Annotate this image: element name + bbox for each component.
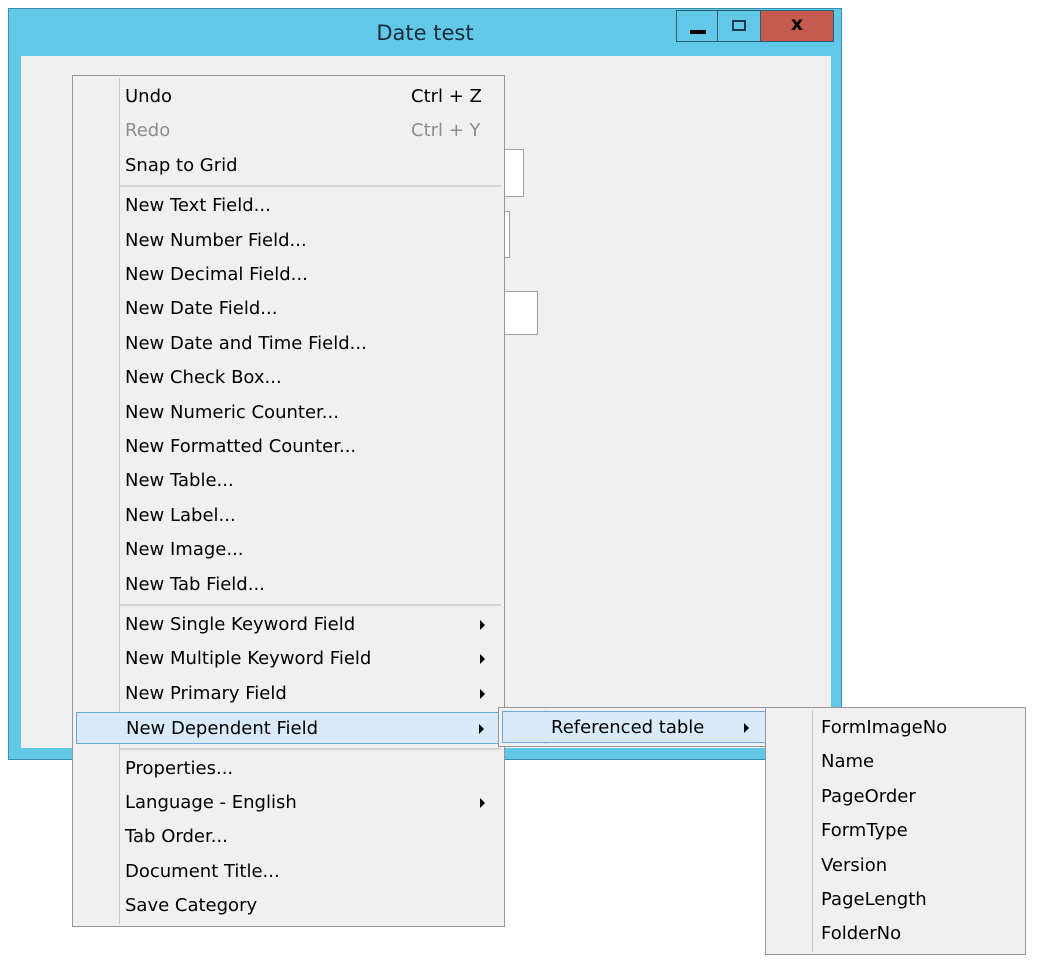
menu-item-label: New Date Field... — [125, 298, 278, 320]
menu-item-properties[interactable]: Properties... — [76, 753, 501, 785]
menu-item-redo: Redo Ctrl + Y — [76, 115, 501, 147]
menu-item-undo[interactable]: Undo Ctrl + Z — [76, 81, 501, 113]
menu-item-label: Properties... — [125, 757, 234, 779]
menu-item-formimageno[interactable]: FormImageNo — [769, 712, 1022, 744]
menu-item-label: New Single Keyword Field — [125, 614, 356, 635]
menu-item-save-category[interactable]: Save Category — [76, 890, 501, 922]
menu-separator — [120, 185, 501, 188]
menu-item-name[interactable]: Name — [769, 746, 1022, 778]
menu-item-label: PageOrder — [821, 785, 916, 807]
menu-item-label: Redo — [125, 120, 171, 142]
minimize-button[interactable] — [676, 10, 718, 42]
menu-item-new-dependent-field[interactable]: New Dependent Field — [76, 712, 501, 745]
submenu-arrow-icon — [480, 688, 485, 699]
menu-item-new-decimal-field[interactable]: New Decimal Field... — [76, 259, 501, 291]
menu-item-label: PageLength — [821, 889, 927, 910]
referenced-table-submenu: FormImageNo Name PageOrder FormType Version P… — [765, 707, 1026, 955]
minimize-icon — [690, 30, 706, 34]
menu-item-new-primary-field[interactable]: New Primary Field — [76, 678, 501, 710]
dependent-field-submenu: Referenced table — [498, 707, 770, 747]
menu-item-label: New Check Box... — [125, 367, 282, 389]
menu-separator — [120, 604, 501, 606]
menu-item-new-image[interactable]: New Image... — [76, 534, 501, 566]
menu-item-label: New Numeric Counter... — [125, 401, 339, 423]
menu-item-folderno[interactable]: FolderNo — [769, 918, 1022, 950]
menu-item-label: New Date and Time Field... — [125, 332, 367, 354]
menu-item-shortcut: Ctrl + Z — [411, 86, 482, 107]
menu-item-new-label[interactable]: New Label... — [76, 500, 501, 532]
menu-item-new-check-box[interactable]: New Check Box... — [76, 362, 501, 394]
menu-item-label: FolderNo — [821, 923, 902, 945]
menu-item-shortcut: Ctrl + Y — [411, 120, 481, 142]
menu-item-label: Name — [821, 751, 875, 773]
maximize-icon — [732, 20, 746, 31]
menu-item-pageorder[interactable]: PageOrder — [769, 781, 1022, 813]
menu-item-tab-order[interactable]: Tab Order... — [76, 821, 501, 853]
menu-item-label: New Table... — [125, 470, 234, 492]
menu-item-label: Tab Order... — [125, 826, 228, 848]
menu-item-pagelength[interactable]: PageLength — [769, 884, 1022, 916]
menu-item-new-number-field[interactable]: New Number Field... — [76, 225, 501, 257]
submenu-arrow-icon — [480, 798, 485, 808]
menu-item-version[interactable]: Version — [769, 850, 1022, 882]
title-bar[interactable]: Date test x — [9, 9, 841, 57]
menu-item-label: New Tab Field... — [125, 573, 265, 595]
close-icon: x — [790, 13, 804, 35]
menu-item-new-multiple-keyword-field[interactable]: New Multiple Keyword Field — [76, 643, 501, 675]
menu-item-new-date-field[interactable]: New Date Field... — [76, 293, 501, 325]
menu-item-label: FormImageNo — [821, 717, 948, 738]
submenu-arrow-icon — [480, 654, 485, 665]
menu-item-label: New Dependent Field — [126, 718, 319, 740]
menu-item-label: Version — [821, 854, 888, 876]
menu-item-new-table[interactable]: New Table... — [76, 465, 501, 497]
menu-item-referenced-table[interactable]: Referenced table — [502, 711, 766, 743]
menu-item-label: Language - English — [125, 792, 297, 813]
menu-item-label: Referenced table — [551, 717, 705, 738]
menu-item-label: FormType — [821, 820, 908, 842]
menu-item-label: New Label... — [125, 504, 236, 526]
maximize-button[interactable] — [717, 10, 761, 42]
menu-item-new-tab-field[interactable]: New Tab Field... — [76, 569, 501, 601]
menu-item-label: New Decimal Field... — [125, 264, 308, 285]
menu-item-language-english[interactable]: Language - English — [76, 787, 501, 819]
menu-item-new-numeric-counter[interactable]: New Numeric Counter... — [76, 397, 501, 429]
menu-item-new-single-keyword-field[interactable]: New Single Keyword Field — [76, 609, 501, 641]
menu-item-new-formatted-counter[interactable]: New Formatted Counter... — [76, 431, 501, 463]
form-field-3[interactable] — [501, 291, 538, 335]
menu-item-label: New Multiple Keyword Field — [125, 648, 372, 670]
menu-item-label: New Text Field... — [125, 195, 271, 217]
submenu-arrow-icon — [480, 620, 485, 630]
menu-item-label: New Formatted Counter... — [125, 436, 357, 457]
submenu-arrow-icon — [479, 724, 484, 735]
menu-item-new-date-and-time-field[interactable]: New Date and Time Field... — [76, 328, 501, 360]
submenu-arrow-icon — [744, 723, 749, 733]
menu-item-label: Undo — [125, 86, 173, 107]
context-menu: Undo Ctrl + Z Redo Ctrl + Y Snap to Grid New … — [72, 75, 505, 927]
menu-item-label: New Image... — [125, 539, 244, 561]
menu-item-document-title[interactable]: Document Title... — [76, 856, 501, 888]
menu-item-label: Save Category — [125, 895, 258, 917]
close-button[interactable]: x — [760, 10, 834, 42]
menu-item-formtype[interactable]: FormType — [769, 815, 1022, 847]
menu-item-label: New Number Field... — [125, 229, 307, 251]
menu-item-snap-to-grid[interactable]: Snap to Grid — [76, 150, 501, 182]
menu-item-label: Document Title... — [125, 860, 280, 882]
menu-item-label: Snap to Grid — [125, 154, 238, 176]
menu-item-label: New Primary Field — [125, 682, 287, 704]
menu-separator — [120, 747, 501, 750]
menu-item-new-text-field[interactable]: New Text Field... — [76, 190, 501, 222]
